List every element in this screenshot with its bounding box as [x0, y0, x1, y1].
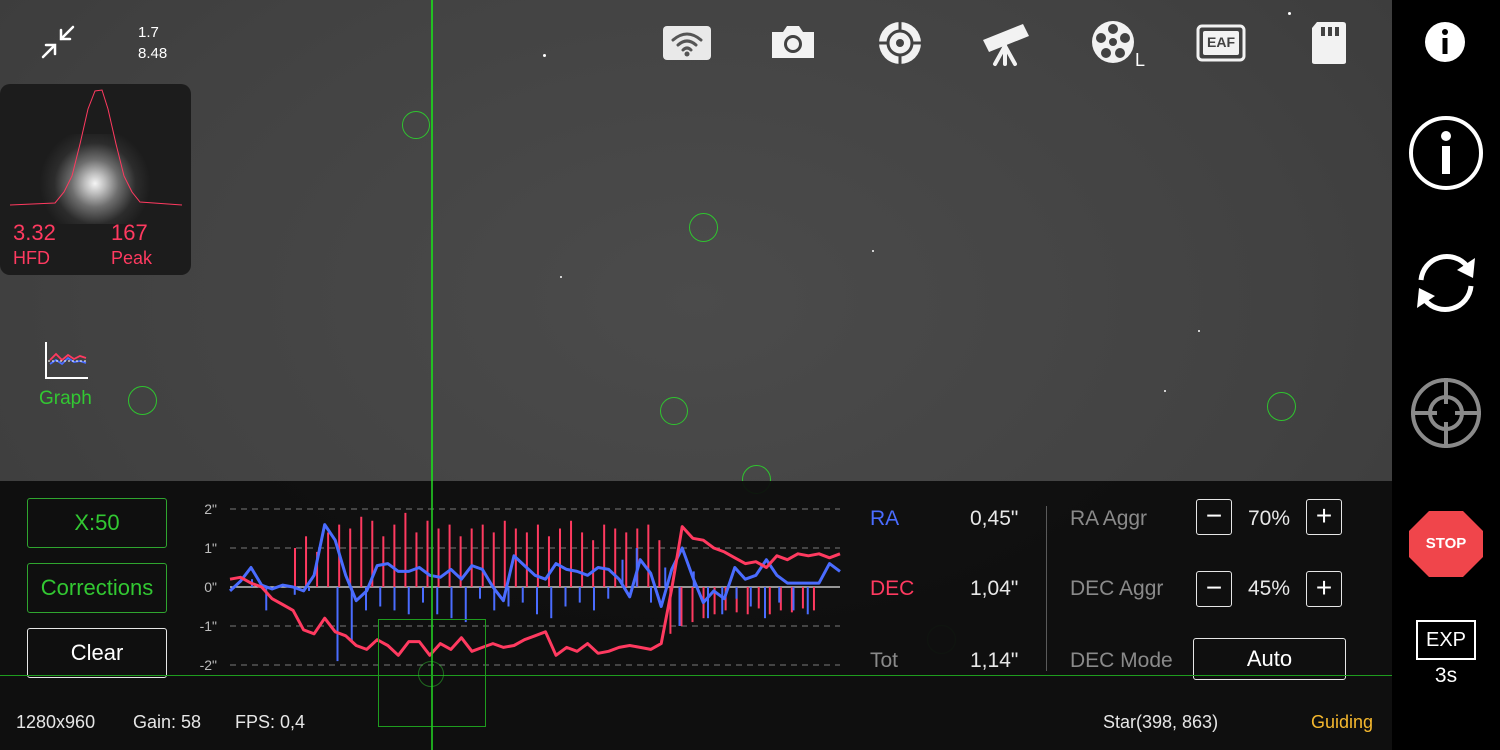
dec-aggr-minus-button[interactable]: −: [1196, 571, 1232, 607]
exp-value: 3s: [1434, 664, 1458, 687]
exposure-button[interactable]: EXP 3s: [1416, 620, 1476, 688]
star: [1198, 330, 1200, 332]
detected-star-marker: [402, 111, 430, 139]
stop-button[interactable]: STOP: [1407, 507, 1485, 581]
clear-button[interactable]: Clear: [27, 628, 167, 678]
ra-value: 0,45": [970, 507, 1019, 530]
info-icon[interactable]: [1407, 114, 1485, 192]
fps-text: FPS: 0,4: [235, 712, 306, 732]
star-position-text: Star(398, 863): [1103, 712, 1219, 732]
wifi-icon[interactable]: [661, 18, 713, 68]
dec-mode-label: DEC Mode: [1070, 649, 1173, 672]
star: [872, 250, 874, 252]
panel-divider: [1046, 506, 1047, 671]
detected-star-marker: [689, 213, 718, 242]
crosshair-horizontal-overlay: [0, 675, 1392, 676]
hfd-label: HFD: [13, 248, 50, 268]
refresh-icon[interactable]: [1407, 244, 1485, 322]
ra-aggr-minus-button[interactable]: −: [1196, 499, 1232, 535]
tot-value: 1,14": [970, 649, 1019, 672]
resolution-text: 1280x960: [16, 712, 96, 732]
ra-aggr-label: RA Aggr: [1070, 507, 1148, 530]
exp-label: EXP: [1416, 620, 1476, 660]
eaf-icon[interactable]: EAF: [1195, 18, 1247, 68]
telescope-icon[interactable]: [979, 18, 1031, 68]
star: [1288, 12, 1291, 15]
filter-label: L: [1135, 50, 1146, 70]
detected-star-marker: [128, 386, 157, 415]
star-profile-panel[interactable]: 3.32 HFD 167 Peak: [0, 84, 191, 275]
header-value-2: 8.48: [138, 45, 168, 62]
gain-text: Gain: 58: [133, 712, 202, 732]
tot-label: Tot: [870, 649, 899, 672]
y-tick-label: -1": [200, 618, 217, 634]
crosshair-target-icon[interactable]: [1407, 374, 1485, 452]
peak-label: Peak: [111, 248, 153, 268]
graph-button[interactable]: Graph: [32, 338, 102, 414]
guide-panel: X:50 Corrections Clear 2" 1" 0" -1" -2" RA 0…: [0, 481, 1392, 750]
y-tick-label: 2": [204, 501, 217, 517]
sd-card-icon[interactable]: [1303, 18, 1355, 68]
dec-aggr-value: 45%: [1248, 577, 1291, 600]
guide-star-marker: [418, 661, 444, 687]
graph-icon: [45, 342, 88, 379]
ra-label: RA: [870, 507, 900, 530]
detected-star-marker: [1267, 392, 1296, 421]
star: [560, 276, 562, 278]
y-tick-label: 0": [204, 579, 217, 595]
guide-graph: 2" 1" 0" -1" -2": [200, 501, 841, 673]
guiding-status: Guiding: [1311, 712, 1374, 732]
corrections-button[interactable]: Corrections: [27, 563, 167, 613]
star: [1164, 390, 1166, 392]
header-value-1: 1.7: [138, 24, 159, 41]
scale-button[interactable]: X:50: [27, 498, 167, 548]
dec-aggr-plus-button[interactable]: +: [1306, 571, 1342, 607]
dec-value: 1,04": [970, 577, 1019, 600]
eaf-label: EAF: [1207, 34, 1235, 50]
dec-aggr-label: DEC Aggr: [1070, 577, 1164, 600]
collapse-icon[interactable]: [40, 24, 76, 60]
guide-target-icon[interactable]: [874, 18, 926, 68]
camera-icon[interactable]: [767, 18, 819, 68]
stop-label: STOP: [1425, 535, 1467, 552]
dec-label: DEC: [870, 577, 915, 600]
crosshair-vertical-overlay: [431, 481, 433, 750]
y-tick-label: 1": [204, 540, 217, 556]
dec-mode-select[interactable]: Auto: [1193, 638, 1346, 680]
hfd-value: 3.32: [13, 220, 56, 245]
y-tick-label: -2": [200, 657, 217, 673]
detected-star-marker: [660, 397, 688, 425]
filter-wheel-icon[interactable]: L: [1088, 18, 1148, 70]
ra-aggr-value: 70%: [1248, 507, 1291, 530]
graph-label: Graph: [39, 388, 92, 409]
star: [543, 54, 546, 57]
peak-value: 167: [111, 220, 148, 245]
ra-aggr-plus-button[interactable]: +: [1306, 499, 1342, 535]
star-profile-curve: [9, 89, 183, 206]
info-small-icon[interactable]: [1424, 21, 1466, 63]
